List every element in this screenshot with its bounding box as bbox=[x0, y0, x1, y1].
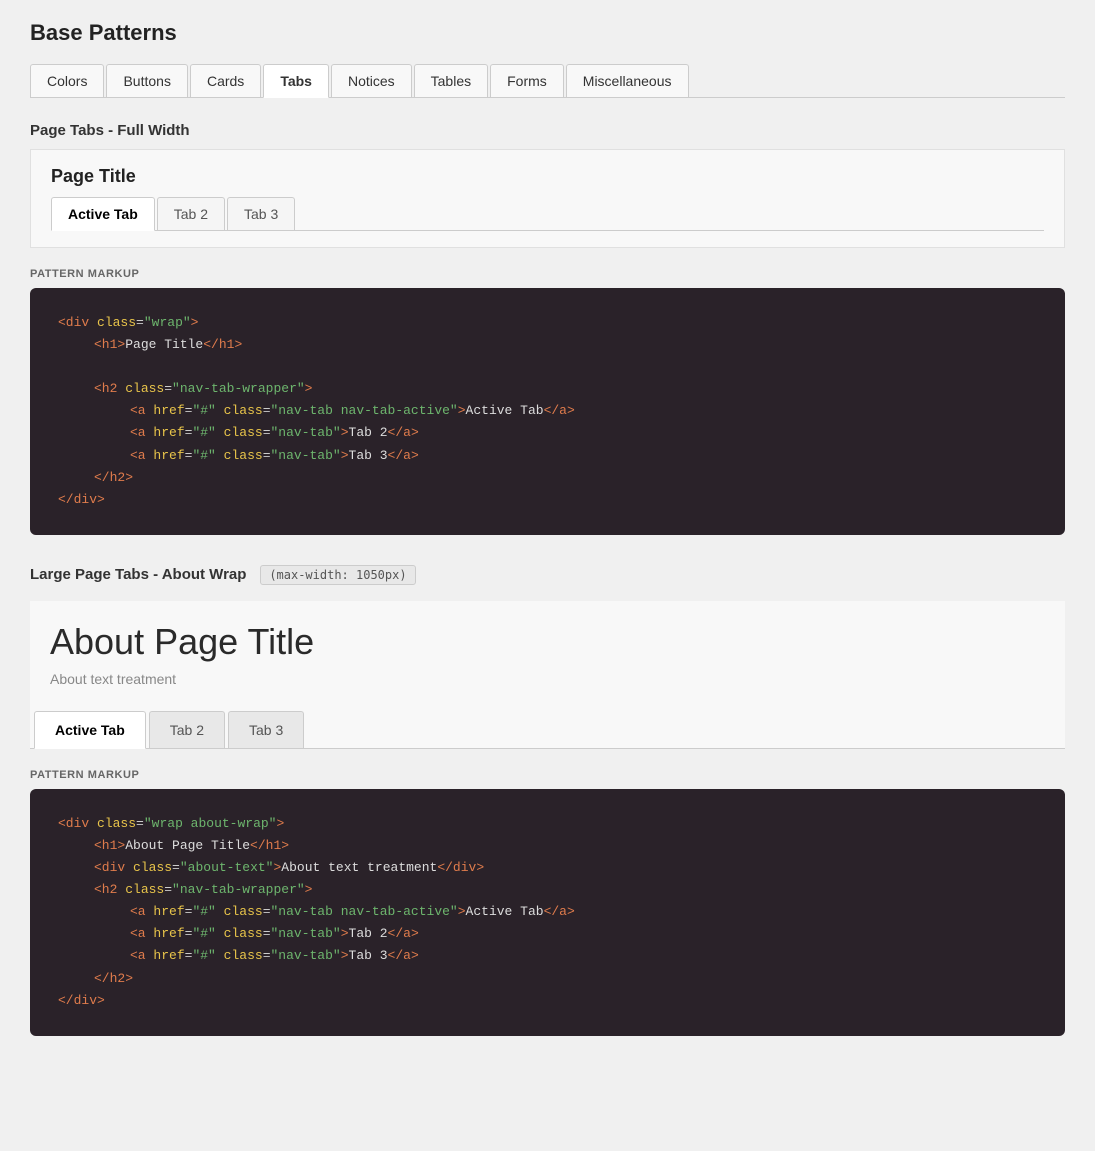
section2-code-block: <div class="wrap about-wrap"> <h1>About … bbox=[30, 789, 1065, 1036]
top-nav-tab-forms[interactable]: Forms bbox=[490, 64, 564, 97]
section1-code-block: <div class="wrap"> <h1>Page Title</h1> <… bbox=[30, 288, 1065, 535]
top-nav-tab-miscellaneous[interactable]: Miscellaneous bbox=[566, 64, 689, 97]
section2-nav-tab-wrapper: Active Tab Tab 2 Tab 3 bbox=[30, 711, 1065, 749]
top-nav-tab-buttons[interactable]: Buttons bbox=[106, 64, 187, 97]
section1-pattern-markup-label: PATTERN MARKUP bbox=[30, 268, 1065, 280]
section1-tab-3[interactable]: Tab 3 bbox=[227, 197, 295, 230]
section1-tab-active[interactable]: Active Tab bbox=[51, 197, 155, 231]
section2-max-width-badge: (max-width: 1050px) bbox=[260, 565, 415, 585]
top-nav-tab-tables[interactable]: Tables bbox=[414, 64, 488, 97]
top-nav-tab-colors[interactable]: Colors bbox=[30, 64, 104, 97]
top-nav-tab-tabs[interactable]: Tabs bbox=[263, 64, 329, 98]
section1-tab-2[interactable]: Tab 2 bbox=[157, 197, 225, 230]
section2-tab-2[interactable]: Tab 2 bbox=[149, 711, 225, 748]
section2-label: Large Page Tabs - About Wrap bbox=[30, 566, 246, 583]
section2-demo: About Page Title About text treatment Ac… bbox=[30, 601, 1065, 749]
section2-about-title: About Page Title bbox=[30, 621, 1065, 663]
section2-about-text: About text treatment bbox=[30, 671, 1065, 687]
page-heading: Base Patterns bbox=[30, 20, 1065, 46]
section1-label: Page Tabs - Full Width bbox=[30, 122, 1065, 139]
section2-pattern-markup-label: PATTERN MARKUP bbox=[30, 769, 1065, 781]
section1-demo-title: Page Title bbox=[51, 166, 1044, 187]
top-nav-tab-cards[interactable]: Cards bbox=[190, 64, 261, 97]
section1-nav-tab-wrapper: Active Tab Tab 2 Tab 3 bbox=[51, 197, 1044, 231]
section2-tab-active[interactable]: Active Tab bbox=[34, 711, 146, 749]
section2-tab-3[interactable]: Tab 3 bbox=[228, 711, 304, 748]
section2-header: Large Page Tabs - About Wrap (max-width:… bbox=[30, 565, 1065, 585]
top-nav-tab-notices[interactable]: Notices bbox=[331, 64, 412, 97]
section1-demo: Page Title Active Tab Tab 2 Tab 3 bbox=[30, 149, 1065, 248]
top-nav: Colors Buttons Cards Tabs Notices Tables… bbox=[30, 64, 1065, 98]
